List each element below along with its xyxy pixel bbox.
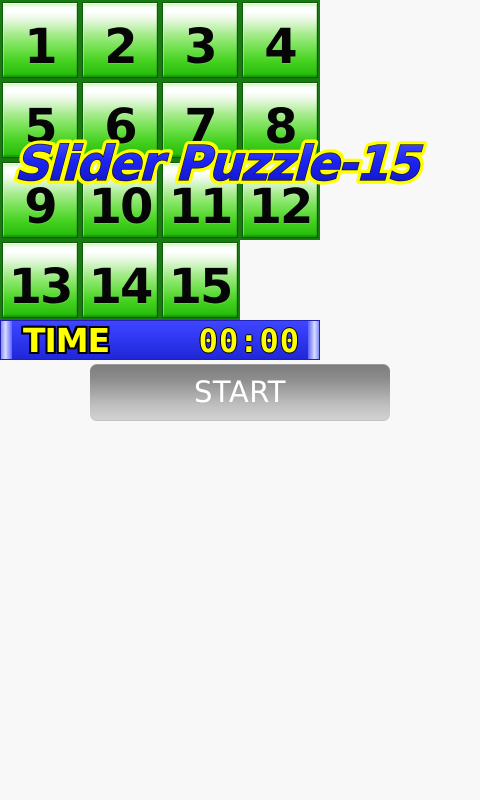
tile-grid: 1 2 3 4 5 6 7 8 9 10 11 12 13 14 15: [0, 0, 320, 320]
puzzle-board: 1 2 3 4 5 6 7 8 9 10 11 12 13 14 15 Slid…: [0, 0, 433, 320]
slider-puzzle-screen: 1 2 3 4 5 6 7 8 9 10 11 12 13 14 15 Slid…: [0, 0, 480, 800]
tile-face: 8: [242, 82, 318, 158]
tile-number: 3: [184, 19, 217, 75]
tile-3[interactable]: 3: [160, 0, 240, 80]
tile-face: 1: [2, 2, 78, 78]
tile-face: 15: [162, 242, 238, 318]
start-button-label: START: [194, 374, 286, 409]
tile-number: 4: [264, 19, 297, 75]
tile-number: 7: [184, 99, 217, 155]
tile-number: 2: [104, 19, 137, 75]
tile-face: 7: [162, 82, 238, 158]
tile-10[interactable]: 10: [80, 160, 160, 240]
timer-display: 00:00: [198, 322, 300, 360]
tile-face: 13: [2, 242, 78, 318]
tile-7[interactable]: 7: [160, 80, 240, 160]
blank-tile-slot: [240, 240, 320, 320]
tile-11[interactable]: 11: [160, 160, 240, 240]
tile-face: 12: [242, 162, 318, 238]
tile-8[interactable]: 8: [240, 80, 320, 160]
tile-number: 12: [248, 179, 314, 235]
tile-13[interactable]: 13: [0, 240, 80, 320]
tile-9[interactable]: 9: [0, 160, 80, 240]
tile-number: 5: [24, 99, 57, 155]
tile-number: 8: [264, 99, 297, 155]
tile-face: 9: [2, 162, 78, 238]
tile-face: 2: [82, 2, 158, 78]
tile-face: 10: [82, 162, 158, 238]
tile-face: 14: [82, 242, 158, 318]
tile-12[interactable]: 12: [240, 160, 320, 240]
tile-number: 14: [88, 259, 154, 315]
tile-face: 11: [162, 162, 238, 238]
time-label: TIME: [23, 321, 110, 360]
tile-number: 11: [168, 179, 234, 235]
tile-face: 3: [162, 2, 238, 78]
tile-1[interactable]: 1: [0, 0, 80, 80]
time-bar: TIME 00:00: [0, 320, 320, 360]
tile-6[interactable]: 6: [80, 80, 160, 160]
tile-15[interactable]: 15: [160, 240, 240, 320]
tile-face: 6: [82, 82, 158, 158]
tile-number: 13: [8, 259, 74, 315]
tile-4[interactable]: 4: [240, 0, 320, 80]
tile-number: 1: [24, 19, 57, 75]
start-button[interactable]: START: [90, 364, 390, 421]
tile-14[interactable]: 14: [80, 240, 160, 320]
tile-number: 6: [104, 99, 137, 155]
tile-5[interactable]: 5: [0, 80, 80, 160]
tile-number: 9: [24, 179, 57, 235]
tile-number: 15: [168, 259, 234, 315]
tile-face: 4: [242, 2, 318, 78]
tile-face: 5: [2, 82, 78, 158]
tile-number: 10: [88, 179, 154, 235]
tile-2[interactable]: 2: [80, 0, 160, 80]
